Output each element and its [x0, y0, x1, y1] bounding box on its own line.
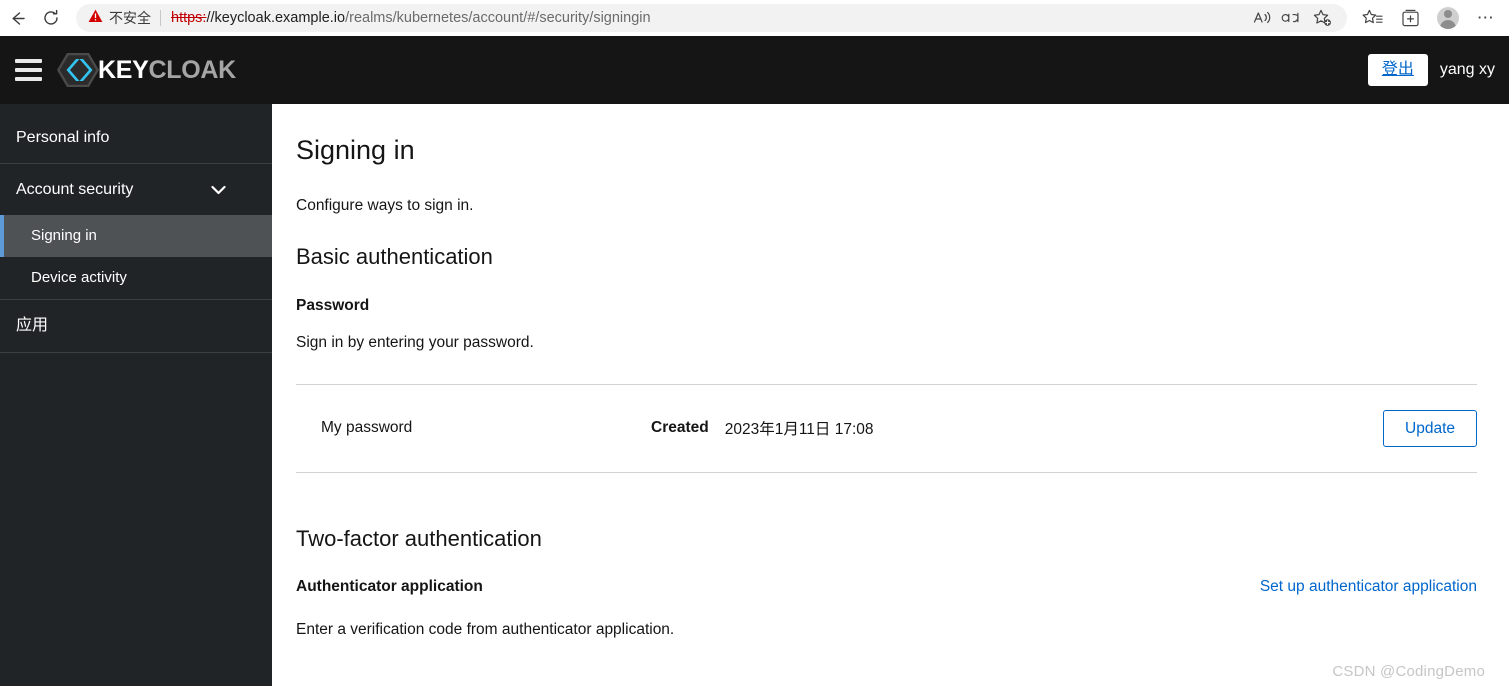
address-bar-url: https://keycloak.example.io/realms/kuber… [171, 10, 651, 26]
url-path: /realms/kubernetes/account/#/security/si… [345, 10, 651, 26]
main-content: Signing in Configure ways to sign in. Ba… [272, 104, 1509, 686]
password-subheading: Password [296, 296, 370, 314]
more-options-icon[interactable]: ⋯ [1467, 1, 1505, 35]
watermark-label: CSDN @CodingDemo [1332, 663, 1485, 680]
read-aloud-icon[interactable] [1247, 3, 1277, 33]
logout-button[interactable]: 登出 [1367, 54, 1428, 86]
sidebar-item-device-activity[interactable]: Device activity [0, 257, 272, 299]
url-host: //keycloak.example.io [206, 10, 346, 26]
url-scheme: https: [171, 10, 207, 26]
back-arrow-icon [8, 9, 27, 28]
add-favorite-icon[interactable] [1307, 3, 1337, 33]
password-description: Sign in by entering your password. [296, 333, 534, 351]
profile-avatar-icon [1437, 7, 1459, 29]
sidebar-subitem-label: Device activity [31, 269, 127, 287]
masthead-actions: 登出 yang xy [1367, 54, 1495, 86]
authenticator-description: Enter a verification code from authentic… [296, 621, 675, 639]
reload-button[interactable] [34, 3, 68, 33]
sidebar-item-personal-info[interactable]: Personal info [0, 112, 272, 163]
profile-button[interactable] [1429, 1, 1467, 35]
two-factor-row: Authenticator application Enter a verifi… [296, 578, 1477, 639]
reload-icon [42, 9, 60, 27]
translate-icon[interactable] [1277, 3, 1307, 33]
credential-actions: Update [1383, 409, 1477, 447]
basic-authentication-heading: Basic authentication [296, 244, 493, 270]
collections-icon[interactable] [1391, 1, 1429, 35]
sidebar-item-signing-in[interactable]: Signing in [0, 215, 272, 258]
sidebar-item-applications[interactable]: 应用 [0, 300, 272, 351]
sidebar-item-label: Personal info [16, 129, 110, 146]
brand-title: KEYCLOAK [98, 56, 236, 85]
chevron-down-icon [211, 185, 226, 195]
not-secure-warning-icon [88, 9, 103, 28]
brand-title-first: KEY [98, 55, 149, 84]
authenticator-subheading: Authenticator application [296, 578, 483, 596]
sidebar-item-label: 应用 [16, 317, 49, 335]
browser-toolbar: 不安全 https://keycloak.example.io/realms/k… [0, 0, 1509, 36]
brand-title-second: CLOAK [148, 55, 237, 84]
hamburger-menu-icon[interactable] [0, 36, 56, 104]
update-password-button[interactable]: Update [1383, 409, 1477, 447]
sidebar-top-spacer [0, 104, 272, 112]
sidebar-nav: Personal info Account security Signing i… [0, 104, 272, 686]
page-description: Configure ways to sign in. [296, 197, 474, 215]
brand-logo[interactable]: KEYCLOAK [56, 50, 236, 90]
app-masthead: KEYCLOAK 登出 yang xy [0, 36, 1509, 104]
credential-created-value: 2023年1月11日 17:08 [724, 421, 874, 439]
table-row: My password Created 2023年1月11日 17:08 Upd… [296, 385, 1477, 472]
favorites-icon[interactable] [1353, 1, 1391, 35]
two-factor-info: Authenticator application Enter a verifi… [296, 578, 1260, 639]
user-name-label: yang xy [1439, 61, 1495, 78]
address-bar-actions [1247, 3, 1337, 33]
back-button[interactable] [0, 3, 34, 33]
setup-authenticator-link[interactable]: Set up authenticator application [1260, 578, 1477, 596]
keycloak-logo-icon [56, 50, 100, 90]
address-bar-divider [160, 10, 161, 26]
credential-name: My password [321, 419, 413, 437]
credential-created-label: Created [651, 419, 709, 437]
two-factor-authentication-heading: Two-factor authentication [296, 525, 542, 551]
sidebar-item-account-security[interactable]: Account security [0, 164, 272, 215]
sidebar-filler [0, 353, 272, 686]
browser-toolbar-right: ⋯ [1353, 1, 1509, 35]
app-shell: Personal info Account security Signing i… [0, 104, 1509, 686]
not-secure-label: 不安全 [109, 10, 151, 26]
sidebar-subitem-label: Signing in [31, 227, 97, 245]
sidebar-item-label: Account security [16, 181, 134, 199]
page-title: Signing in [296, 135, 415, 165]
address-bar[interactable]: 不安全 https://keycloak.example.io/realms/k… [76, 4, 1347, 32]
